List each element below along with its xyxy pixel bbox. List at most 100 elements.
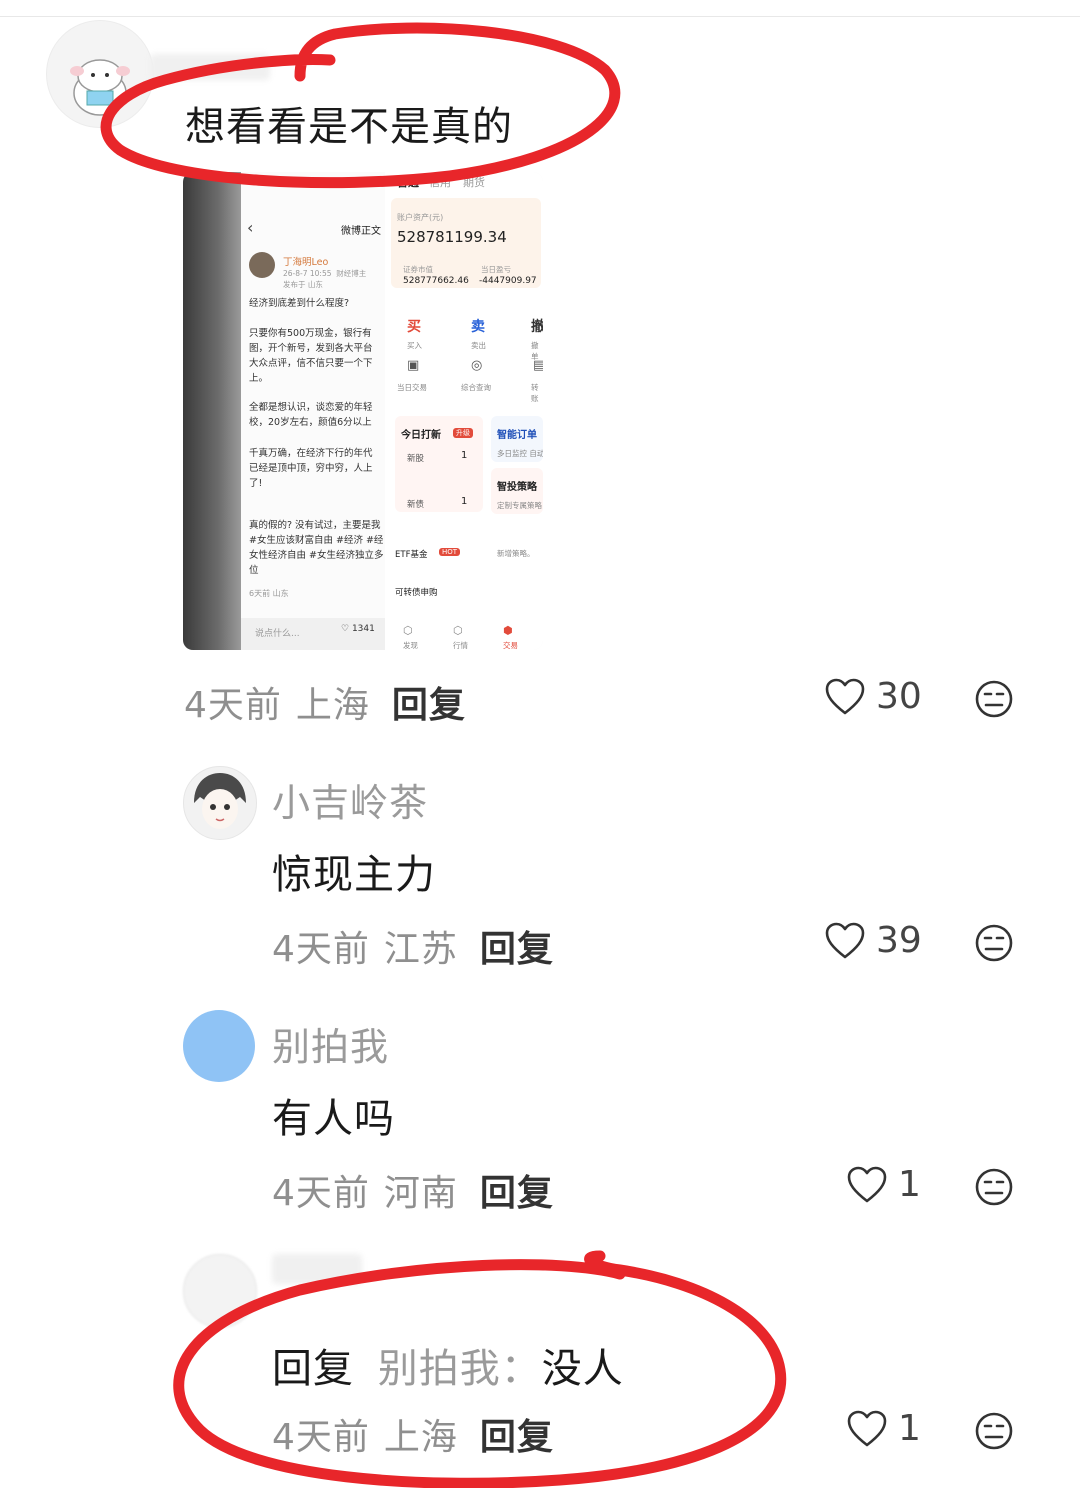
avatar bbox=[249, 252, 275, 278]
hot-tag: HOT bbox=[439, 548, 461, 556]
like-count: 39 bbox=[876, 920, 922, 961]
ipo-title: 今日打新 bbox=[401, 430, 441, 441]
weibo-like-count: ♡ 1341 bbox=[341, 624, 375, 634]
reply-target-name[interactable]: 别拍我： bbox=[378, 1346, 542, 1392]
new-bond-count: 1 bbox=[461, 496, 468, 507]
heart-icon bbox=[847, 1410, 887, 1446]
asset-value: 528781199.34 bbox=[397, 228, 507, 246]
new-strategy: 新增策略。 bbox=[497, 549, 535, 558]
reply-button[interactable]: 回复 bbox=[480, 1417, 554, 1458]
avatar[interactable] bbox=[183, 766, 257, 840]
comment-location: 上海 bbox=[383, 1417, 458, 1458]
like-button[interactable]: 30 bbox=[824, 676, 922, 717]
query-label: 综合查询 bbox=[461, 383, 491, 392]
smart-order-sub: 多日监控 自动 bbox=[497, 449, 543, 458]
buy-label: 买 bbox=[407, 319, 421, 335]
dislike-face-icon[interactable] bbox=[974, 679, 1014, 719]
like-button[interactable]: 39 bbox=[824, 920, 922, 961]
weibo-paragraph: 全都是想认识，谈恋爱的年轻 校，20岁左右，颜值6分以上 bbox=[249, 402, 373, 428]
heart-icon bbox=[825, 678, 865, 714]
reply-button[interactable]: 回复 bbox=[392, 685, 466, 726]
comment-meta: 4天前 江苏 回复 bbox=[272, 920, 554, 972]
heart-icon bbox=[825, 922, 865, 958]
query-icon: ◎ bbox=[471, 358, 483, 373]
etf-label: ETF基金 bbox=[395, 550, 428, 560]
today-trade: 当日交易 bbox=[397, 383, 427, 392]
weibo-meta: 26-8-7 10:55 财经博主 发布于 山东 bbox=[283, 269, 367, 289]
sell-sub: 卖出 bbox=[471, 341, 486, 350]
weibo-say-input: 说点什么... bbox=[255, 629, 300, 639]
cancel-label: 撤 bbox=[531, 319, 543, 335]
market-icon: ⬡ bbox=[453, 624, 463, 637]
like-count: 30 bbox=[876, 676, 922, 717]
reply-button[interactable]: 回复 bbox=[480, 929, 554, 970]
top-divider bbox=[0, 16, 1080, 17]
new-stock: 新股 bbox=[407, 454, 425, 464]
heart-icon bbox=[847, 1166, 887, 1202]
transfer-icon: ▤ bbox=[533, 358, 543, 373]
comment-time: 4天前 bbox=[272, 1417, 370, 1458]
avatar[interactable] bbox=[46, 20, 154, 128]
trade-icon: ⬢ bbox=[503, 624, 513, 637]
comment-text: 有人吗 bbox=[272, 1096, 395, 1142]
anime-avatar-icon bbox=[194, 773, 246, 829]
comment-text: 惊现主力 bbox=[272, 852, 436, 898]
sell-label: 卖 bbox=[471, 319, 485, 335]
comment-time: 4天前 bbox=[272, 929, 370, 970]
convertible-label: 可转债申购 bbox=[395, 588, 438, 598]
calendar-icon: ▣ bbox=[407, 358, 420, 373]
comment-location: 上海 bbox=[295, 685, 370, 726]
pnl-value: -4447909.97 bbox=[479, 276, 537, 286]
weibo-username: 丁海明Leo bbox=[283, 257, 329, 268]
smart-invest: 智投策略 bbox=[497, 482, 537, 493]
comment-meta: 4天前 上海 回复 bbox=[184, 676, 466, 728]
dislike-face-icon[interactable] bbox=[974, 923, 1014, 963]
new-bond: 新债 bbox=[407, 500, 425, 510]
trade-label: 交易 bbox=[503, 641, 518, 650]
dislike-face-icon[interactable] bbox=[974, 1411, 1014, 1451]
pnl-label: 当日盈亏 bbox=[481, 265, 511, 274]
blurred-edge bbox=[183, 172, 241, 650]
weibo-post-panel: ‹ 微博正文 丁海明Leo 26-8-7 10:55 财经博主 发布于 山东 经… bbox=[241, 172, 385, 650]
username-blurred bbox=[272, 1254, 362, 1284]
buy-sub: 买入 bbox=[407, 341, 422, 350]
weibo-paragraph: 只要你有500万现金，银行有 图，开个新号，发到各大平台 大众点评，信不信只要一… bbox=[249, 328, 373, 384]
username[interactable]: 别拍我 bbox=[272, 1016, 389, 1071]
smart-order: 智能订单 bbox=[497, 430, 537, 441]
comment-time: 4天前 bbox=[272, 1173, 370, 1214]
weibo-paragraph: 真的假的? 没有试过，主要是我 #女生应该财富自由 #经济 #经 女性经济自由 … bbox=[249, 520, 384, 576]
comment-meta: 4天前 上海 回复 bbox=[272, 1408, 554, 1460]
transfer-label: 转账 bbox=[531, 383, 539, 403]
stock-tabs: 普通 信用 期货 bbox=[397, 176, 485, 189]
avatar[interactable] bbox=[183, 1010, 255, 1082]
like-button[interactable]: 1 bbox=[846, 1164, 921, 1205]
like-button[interactable]: 1 bbox=[846, 1408, 921, 1449]
username-blurred bbox=[150, 54, 270, 80]
avatar[interactable] bbox=[183, 1254, 257, 1328]
comment-meta: 4天前 河南 回复 bbox=[272, 1164, 554, 1216]
dislike-face-icon[interactable] bbox=[974, 1167, 1014, 1207]
new-stock-count: 1 bbox=[461, 450, 468, 461]
weibo-header: 微博正文 bbox=[341, 226, 381, 237]
comment-text: 想看看是不是真的 bbox=[185, 104, 513, 150]
discover-icon: ⬡ bbox=[403, 624, 413, 637]
weibo-time: 6天前 山东 bbox=[249, 589, 289, 598]
comment-text: 没人 bbox=[541, 1346, 624, 1392]
market-label: 证券市值 bbox=[403, 265, 433, 274]
attached-screenshot[interactable]: ‹ 微博正文 丁海明Leo 26-8-7 10:55 财经博主 发布于 山东 经… bbox=[183, 172, 543, 650]
discover-label: 发现 bbox=[403, 641, 418, 650]
comment-location: 江苏 bbox=[383, 929, 458, 970]
weibo-paragraph: 千真万确，在经济下行的年代 已经是顶中顶，穷中穷，人上 了! bbox=[249, 448, 373, 489]
like-count: 1 bbox=[898, 1164, 921, 1205]
comment-time: 4天前 bbox=[184, 685, 282, 726]
reply-button[interactable]: 回复 bbox=[480, 1173, 554, 1214]
market-value: 528777662.46 bbox=[403, 276, 469, 286]
weibo-paragraph: 经济到底差到什么程度? bbox=[249, 298, 350, 309]
smart-invest-sub: 定制专属策略 bbox=[497, 501, 542, 510]
comment-location: 河南 bbox=[383, 1173, 458, 1214]
stock-app-panel: 普通 信用 期货 账户资产(元) 528781199.34 证券市值 5287776… bbox=[385, 172, 543, 650]
asset-label: 账户资产(元) bbox=[397, 213, 444, 222]
reply-line: 回复 别拍我：没人 bbox=[272, 1336, 624, 1394]
username[interactable]: 小吉岭茶 bbox=[272, 772, 428, 827]
like-count: 1 bbox=[898, 1408, 921, 1449]
